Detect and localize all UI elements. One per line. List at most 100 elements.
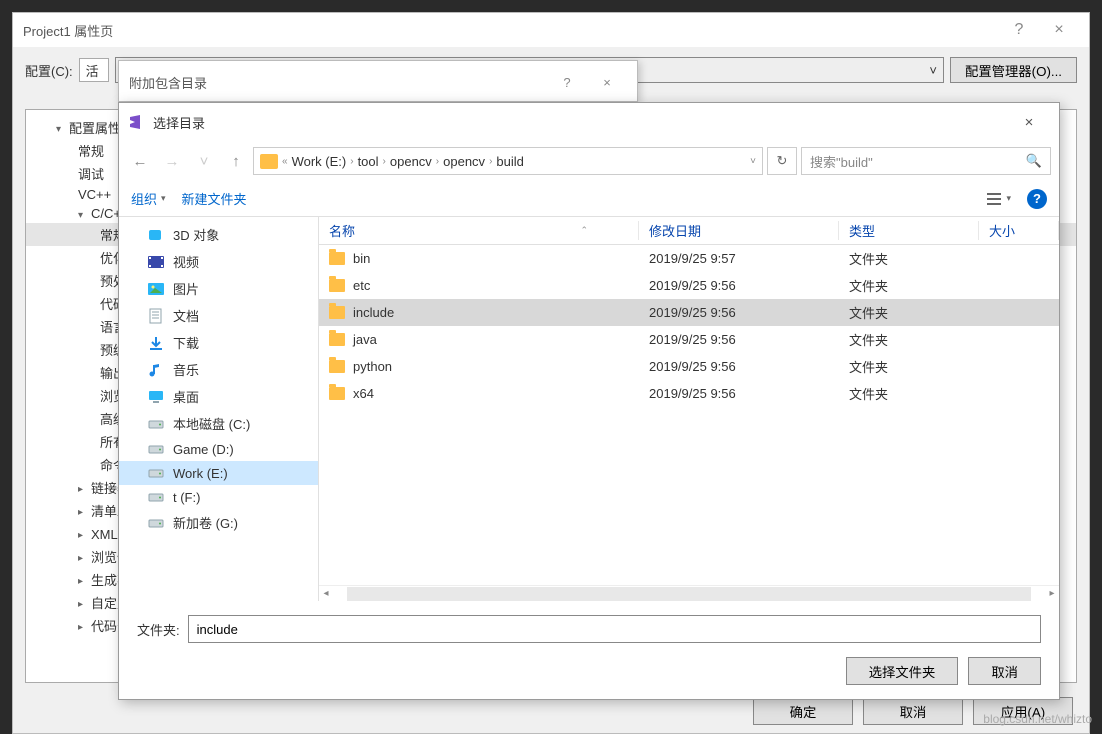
close-button[interactable]: × [1039,15,1079,45]
close-button[interactable]: × [1007,107,1051,137]
nav-item-label: 本地磁盘 (C:) [173,414,250,433]
picker-main: 3D 对象视频图片文档下载音乐桌面本地磁盘 (C:) Game (D:) Work … [119,217,1059,601]
nav-item-label: 图片 [173,279,199,298]
file-date: 2019/9/25 9:56 [639,332,839,347]
folder-icon [329,387,345,400]
forward-button[interactable]: → [159,148,185,174]
nav-item[interactable]: t (F:) [119,485,318,509]
up-button[interactable]: ↑ [223,148,249,174]
cancel-button[interactable]: 取消 [863,697,963,725]
view-button[interactable]: ▾ [986,191,1011,207]
search-placeholder: 搜索"build" [810,152,1026,171]
breadcrumb-part[interactable]: opencv [390,154,432,169]
file-name: include [353,305,394,320]
desktop-icon [147,389,165,405]
list-view-icon [986,191,1002,207]
horizontal-scrollbar[interactable]: ◂▸ [319,585,1059,601]
new-folder-button[interactable]: 新建文件夹 [182,189,247,208]
file-date: 2019/9/25 9:56 [639,359,839,374]
folder-icon [260,154,278,169]
apply-button[interactable]: 应用(A) [973,697,1073,725]
breadcrumb-part[interactable]: build [496,154,523,169]
organize-button[interactable]: 组织 ▾ [131,189,166,208]
nav-item[interactable]: 新加卷 (G:) [119,509,318,536]
nav-item-label: 新加卷 (G:) [173,513,238,532]
picker-titlebar: 选择目录 × [119,103,1059,141]
folder-name-row: 文件夹: [137,615,1041,643]
select-folder-button[interactable]: 选择文件夹 [846,657,959,685]
nav-item-label: Work (E:) [173,466,228,481]
nav-tree[interactable]: 3D 对象视频图片文档下载音乐桌面本地磁盘 (C:) Game (D:) Work … [119,217,319,601]
refresh-button[interactable]: ↻ [767,147,797,175]
vs-icon [127,113,145,131]
nav-item[interactable]: Game (D:) [119,437,318,461]
search-input[interactable]: 搜索"build" 🔍 [801,147,1051,175]
file-list[interactable]: bin 2019/9/25 9:57 文件夹 etc 2019/9/25 9:5… [319,245,1059,585]
file-row[interactable]: include 2019/9/25 9:56 文件夹 [319,299,1059,326]
file-row[interactable]: x64 2019/9/25 9:56 文件夹 [319,380,1059,407]
dl-icon [147,335,165,351]
breadcrumb-part[interactable]: opencv [443,154,485,169]
nav-item[interactable]: 图片 [119,275,318,302]
config-manager-button[interactable]: 配置管理器(O)... [950,57,1077,83]
chevron-down-icon[interactable]: ˅ [750,156,756,167]
folder-icon [329,360,345,373]
nav-item-label: t (F:) [173,490,200,505]
column-size[interactable]: 大小 [979,221,1059,240]
nav-item[interactable]: 下载 [119,329,318,356]
music-icon [147,362,165,378]
help-icon[interactable]: ? [1027,189,1047,209]
file-name: etc [353,278,370,293]
column-date[interactable]: 修改日期 [639,221,839,240]
folder-name-input[interactable] [188,615,1041,643]
property-page-title: Project1 属性页 [23,21,999,40]
include-dirs-titlebar: 附加包含目录 ? × [119,61,637,103]
chevron-down-icon: ˅ [929,63,937,78]
folder-icon [329,306,345,319]
disk-icon [147,515,165,531]
sort-asc-icon: ⌃ [580,225,588,236]
back-button[interactable]: ← [127,148,153,174]
file-row[interactable]: java 2019/9/25 9:56 文件夹 [319,326,1059,353]
nav-item[interactable]: 本地磁盘 (C:) [119,410,318,437]
help-button[interactable]: ? [999,15,1039,45]
picker-navigation: ← → ˅ ↑ « Work (E:)› tool› opencv› openc… [119,141,1059,181]
recent-dropdown[interactable]: ˅ [191,148,217,174]
folder-icon [329,252,345,265]
nav-item[interactable]: 文档 [119,302,318,329]
file-name: x64 [353,386,374,401]
ok-button[interactable]: 确定 [753,697,853,725]
column-type[interactable]: 类型 [839,221,979,240]
nav-item[interactable]: 视频 [119,248,318,275]
picker-toolbar: 组织 ▾ 新建文件夹 ▾ ? [119,181,1059,217]
nav-item[interactable]: 音乐 [119,356,318,383]
breadcrumb-part[interactable]: Work (E:) [292,154,347,169]
include-dirs-title: 附加包含目录 [129,73,547,92]
config-combo[interactable]: 活 [79,58,109,82]
folder-icon [329,279,345,292]
disk-icon [147,441,165,457]
close-button[interactable]: × [587,67,627,97]
picker-title: 选择目录 [153,113,1007,132]
folder-picker-dialog: 选择目录 × ← → ˅ ↑ « Work (E:)› tool› opencv… [118,102,1060,700]
nav-arrows: ← → ˅ ↑ [127,148,249,174]
file-row[interactable]: python 2019/9/25 9:56 文件夹 [319,353,1059,380]
breadcrumb-part[interactable]: tool [358,154,379,169]
pic-icon [147,281,165,297]
chevron-down-icon: ▾ [1006,193,1011,204]
property-page-titlebar: Project1 属性页 ? × [13,13,1089,47]
file-row[interactable]: etc 2019/9/25 9:56 文件夹 [319,272,1059,299]
nav-item[interactable]: Work (E:) [119,461,318,485]
nav-item[interactable]: 桌面 [119,383,318,410]
breadcrumb[interactable]: « Work (E:)› tool› opencv› opencv› build… [253,147,763,175]
nav-item-label: Game (D:) [173,442,234,457]
nav-item[interactable]: 3D 对象 [119,221,318,248]
file-row[interactable]: bin 2019/9/25 9:57 文件夹 [319,245,1059,272]
file-date: 2019/9/25 9:57 [639,251,839,266]
file-date: 2019/9/25 9:56 [639,278,839,293]
help-button[interactable]: ? [547,67,587,97]
cancel-button[interactable]: 取消 [968,657,1041,685]
file-type: 文件夹 [839,384,979,403]
column-name[interactable]: 名称⌃ [319,221,639,240]
nav-item-label: 文档 [173,306,199,325]
